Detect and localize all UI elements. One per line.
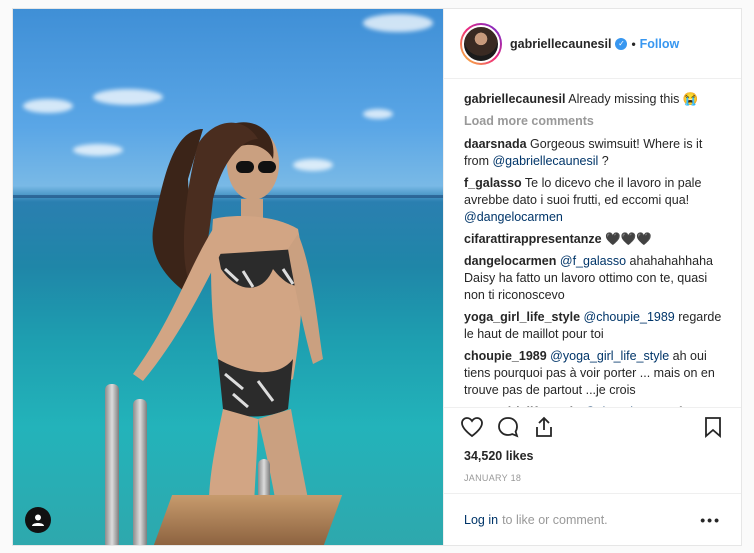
comment-item: choupie_1989 @yoga_girl_life_style ah ou… [464, 348, 725, 399]
comment-text-pre: 🖤🖤🖤 [605, 232, 652, 246]
comment-mention[interactable]: @gabriellecaunesil [492, 154, 598, 168]
load-more-comments-button[interactable]: Load more comments [464, 114, 725, 128]
cloud [23, 99, 73, 113]
login-footer: Log in to like or comment. ••• [444, 493, 741, 545]
woman-figure [133, 122, 323, 545]
share-icon[interactable] [532, 415, 556, 439]
comment-item: daarsnada Gorgeous swimsuit! Where is it… [464, 136, 725, 170]
heart-icon[interactable] [460, 415, 484, 439]
comment-item: dangelocarmen @f_galasso ahahahahhaha Da… [464, 253, 725, 304]
post-sidebar: gabriellecaunesil ✓ • Follow gabrielleca… [443, 9, 741, 545]
avatar[interactable] [460, 22, 502, 65]
ladder-rail [105, 384, 119, 545]
comment-username[interactable]: choupie_1989 [464, 349, 547, 363]
comment-mention[interactable]: @yoga_girl_life_style [550, 349, 669, 363]
comment-mention[interactable]: @dangelocarmen [464, 210, 563, 224]
cloud [363, 109, 393, 119]
comment-item: f_galasso Te lo dicevo che il lavoro in … [464, 175, 725, 226]
ladder-rail [133, 399, 147, 545]
login-text: to like or comment. [502, 512, 608, 527]
action-bar [444, 407, 741, 445]
caption-text: Already missing this 😭 [568, 92, 699, 106]
post-photo[interactable] [13, 9, 443, 545]
comments-list[interactable]: gabriellecaunesil Already missing this 😭… [444, 79, 741, 407]
user-tag-icon[interactable] [25, 507, 51, 533]
cloud [363, 14, 433, 32]
comment-username[interactable]: dangelocarmen [464, 254, 556, 268]
likes-count[interactable]: 34,520 likes [444, 445, 741, 463]
comment-text-post: ? [598, 154, 609, 168]
post-date[interactable]: JANUARY 18 [444, 463, 741, 493]
comment-username[interactable]: cifarattirappresentanze [464, 232, 602, 246]
verified-badge-icon: ✓ [615, 37, 628, 50]
cloud [93, 89, 163, 105]
caption: gabriellecaunesil Already missing this 😭 [464, 91, 725, 108]
caption-username[interactable]: gabriellecaunesil [464, 92, 565, 106]
comment-username[interactable]: daarsnada [464, 137, 527, 151]
login-link[interactable]: Log in [464, 513, 498, 527]
comment-item: yoga_girl_life_style @choupie_1989 regar… [464, 309, 725, 343]
comment-username[interactable]: yoga_girl_life_style [464, 310, 580, 324]
bookmark-icon[interactable] [701, 415, 725, 439]
comment-username[interactable]: f_galasso [464, 176, 522, 190]
comment-icon[interactable] [496, 415, 520, 439]
follow-button[interactable]: Follow [640, 37, 680, 51]
boat-deck [153, 495, 343, 545]
more-options-icon[interactable]: ••• [700, 512, 721, 528]
post-header: gabriellecaunesil ✓ • Follow [444, 9, 741, 79]
separator-dot: • [631, 36, 636, 51]
comment-mention[interactable]: @f_galasso [560, 254, 626, 268]
post-card: gabriellecaunesil ✓ • Follow gabrielleca… [12, 8, 742, 546]
comment-item: cifarattirappresentanze 🖤🖤🖤 [464, 231, 725, 248]
comment-mention[interactable]: @choupie_1989 [584, 310, 675, 324]
author-username[interactable]: gabriellecaunesil [510, 37, 611, 51]
